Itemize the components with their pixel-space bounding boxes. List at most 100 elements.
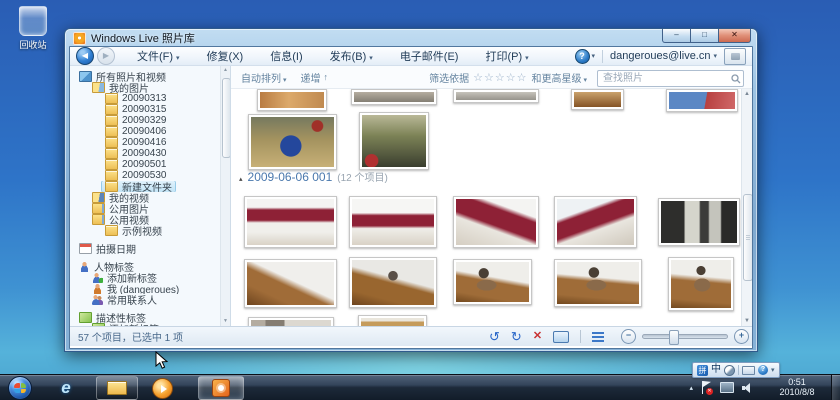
rotate-left-button[interactable]: ↺ [489,330,500,343]
sidebar-item[interactable]: 拍摄日期 [70,243,220,254]
account-dropdown-icon[interactable]: ▾ [713,52,717,60]
rotate-right-button[interactable]: ↻ [511,330,522,343]
sidebar-item[interactable]: 20090430 [70,148,220,159]
photo-thumbnail-strip-wood[interactable] [571,89,624,110]
action-center-icon[interactable]: ✕ [701,381,712,394]
sidebar-item[interactable]: 20090329 [70,115,220,126]
zoom-slider[interactable] [642,334,728,339]
photo-thumbnail-hallway[interactable] [248,317,334,326]
content-scrollbar-thumb[interactable] [743,194,753,281]
photo-thumbnail-kitchen-b[interactable] [349,196,437,248]
photo-thumbnail-kitchen-c[interactable] [453,196,539,248]
group-header[interactable]: ▴ 2009-06-06 001 (12 个项目) [239,169,388,184]
sidebar-item[interactable]: 20090530 [70,170,220,181]
ime-help-icon[interactable]: ? [758,365,768,375]
taskbar-media-player-icon[interactable] [152,378,173,399]
taskbar-ie-icon[interactable]: e [56,378,76,398]
language-mode-toggle[interactable]: 中 [711,364,721,376]
star-icon[interactable]: ☆ [495,72,506,84]
sidebar-item[interactable]: 公用视频 [70,214,220,225]
photo-thumbnail-autumn-person[interactable] [248,114,337,170]
menu-item[interactable]: 发布(B)▾ [330,48,373,64]
tray-expand-icon[interactable]: ▴ [689,384,693,392]
photo-thumbnail-stairs-person[interactable] [453,259,532,305]
recycle-bin-shortcut[interactable]: 回收站 [6,6,60,51]
account-picture-button[interactable] [724,48,746,65]
sort-order-menu[interactable]: 递增 [301,70,321,85]
photo-thumbnail-strip-autumn[interactable] [257,89,327,111]
sidebar-item[interactable]: 公用图片 [70,203,220,214]
sidebar-item[interactable]: 20090406 [70,126,220,137]
sidebar-item[interactable]: 20090315 [70,104,220,115]
scroll-down-icon[interactable]: ▼ [742,316,752,326]
photo-thumbnail-stairs-a[interactable] [244,259,337,308]
search-icon[interactable] [731,71,741,89]
network-icon[interactable] [720,382,734,393]
ime-logo-icon[interactable]: 拼 [697,365,708,376]
back-button[interactable]: ◀ [76,47,94,65]
sidebar-item[interactable]: 我 (dangeroues) [70,283,220,294]
taskbar-photo-gallery-button[interactable] [198,376,244,400]
sidebar-scrollbar-thumb[interactable] [222,78,231,158]
scroll-up-icon[interactable]: ▲ [221,66,230,75]
zoom-slider-handle[interactable] [669,330,679,345]
sidebar-item[interactable]: 描述性标签 [70,312,220,323]
photo-thumbnail-stairs-person3[interactable] [668,257,734,311]
photo-thumbnail-strip-play[interactable] [666,89,738,112]
scroll-down-icon[interactable]: ▼ [221,317,230,326]
forward-button[interactable]: ▶ [97,47,115,65]
account-label[interactable]: dangeroues@live.cn [610,50,710,62]
taskbar-clock[interactable]: 0:51 2010/8/8 [768,377,826,397]
content-scrollbar[interactable]: ▲ ▼ [741,89,752,326]
menu-item[interactable]: 打印(P)▾ [485,48,528,64]
close-button[interactable]: ✕ [718,29,751,43]
photo-thumbnail-kitchen-d[interactable] [554,196,637,248]
search-input[interactable] [597,70,744,87]
sidebar-item[interactable]: 我的视频 [70,192,220,203]
star-icon[interactable]: ☆ [517,72,528,84]
photo-thumbnail-strip-gray[interactable] [351,89,437,105]
photo-thumbnail-kitchen-a[interactable] [244,196,337,248]
delete-button[interactable]: ✕ [533,330,542,343]
sidebar-item[interactable]: 20090501 [70,159,220,170]
start-button[interactable] [8,376,32,400]
photo-thumbnail-strip-gray2[interactable] [453,89,539,103]
minimize-button[interactable]: – [662,29,691,43]
sidebar-item[interactable]: 所有照片和视频 [70,71,220,82]
sort-ascending-icon[interactable]: ↑ [324,72,329,82]
titlebar[interactable]: Windows Live 照片库 – □ ✕ [65,29,757,46]
photo-thumbnail-door[interactable] [358,315,427,326]
soft-keyboard-icon[interactable] [742,366,755,375]
and-higher-menu[interactable]: 和更高星级▾ [531,70,587,85]
show-desktop-button[interactable] [831,375,840,400]
star-icon[interactable]: ☆ [473,72,484,84]
menu-item[interactable]: 修复(X) [207,48,244,64]
slideshow-button[interactable] [553,331,569,343]
photo-thumbnail-stairs-b[interactable] [349,257,437,308]
sidebar-item[interactable]: 示例视频 [70,225,220,236]
photo-thumbnail-stairs-person2[interactable] [554,259,642,307]
sidebar-item[interactable]: 我的图片 [70,82,220,93]
zoom-in-button[interactable]: + [734,329,749,344]
sidebar-item[interactable]: 新建文件夹 [70,181,220,192]
menu-item[interactable]: 电子邮件(E) [400,48,459,64]
star-icon[interactable]: ☆ [484,72,495,84]
sidebar-item[interactable]: 20090313 [70,93,220,104]
sidebar-item[interactable]: 添加新标签 [70,272,220,283]
star-icon[interactable]: ☆ [506,72,517,84]
details-view-button[interactable] [592,332,604,342]
taskbar-explorer-button[interactable] [96,376,138,400]
language-bar-minimize-icon[interactable]: ▾ [771,366,775,374]
zoom-out-button[interactable]: − [621,329,636,344]
scroll-up-icon[interactable]: ▲ [742,89,752,99]
sidebar-item[interactable]: 人物标签 [70,261,220,272]
photo-thumbnail-park[interactable] [359,112,429,170]
help-dropdown-icon[interactable]: ▾ [592,52,596,60]
help-icon[interactable]: ? [575,49,590,64]
sidebar-item[interactable]: 常用联系人 [70,294,220,305]
fullwidth-toggle-icon[interactable] [724,365,735,376]
volume-icon[interactable] [742,383,752,393]
collapse-group-icon[interactable]: ▴ [239,175,243,183]
sidebar-scrollbar[interactable]: ▲ ▼ [220,66,230,326]
menu-item[interactable]: 信息(I) [270,48,302,64]
